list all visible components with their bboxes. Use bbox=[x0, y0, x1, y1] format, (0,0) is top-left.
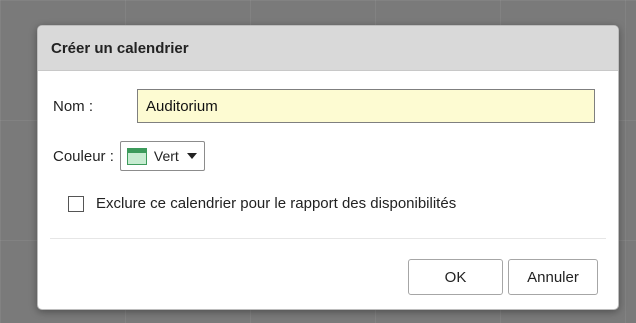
color-label: Couleur : bbox=[53, 147, 114, 165]
dialog-title: Créer un calendrier bbox=[51, 39, 189, 57]
color-row: Couleur : Vert bbox=[53, 141, 205, 171]
cancel-button[interactable]: Annuler bbox=[508, 259, 598, 295]
color-value: Vert bbox=[153, 148, 179, 164]
create-calendar-dialog: Créer un calendrier Nom : Couleur : Vert… bbox=[37, 25, 619, 310]
exclude-label[interactable]: Exclure ce calendrier pour le rapport de… bbox=[96, 195, 456, 212]
dialog-titlebar: Créer un calendrier bbox=[38, 26, 618, 71]
color-swatch-icon bbox=[126, 147, 147, 165]
chevron-down-icon bbox=[186, 153, 197, 159]
color-dropdown[interactable]: Vert bbox=[119, 141, 205, 171]
name-row: Nom : bbox=[53, 89, 595, 123]
exclude-row: Exclure ce calendrier pour le rapport de… bbox=[68, 195, 456, 212]
name-input[interactable] bbox=[137, 89, 595, 123]
exclude-checkbox[interactable] bbox=[68, 195, 84, 212]
name-label: Nom : bbox=[53, 97, 94, 115]
ok-button[interactable]: OK bbox=[408, 259, 503, 295]
footer-divider bbox=[50, 238, 606, 239]
